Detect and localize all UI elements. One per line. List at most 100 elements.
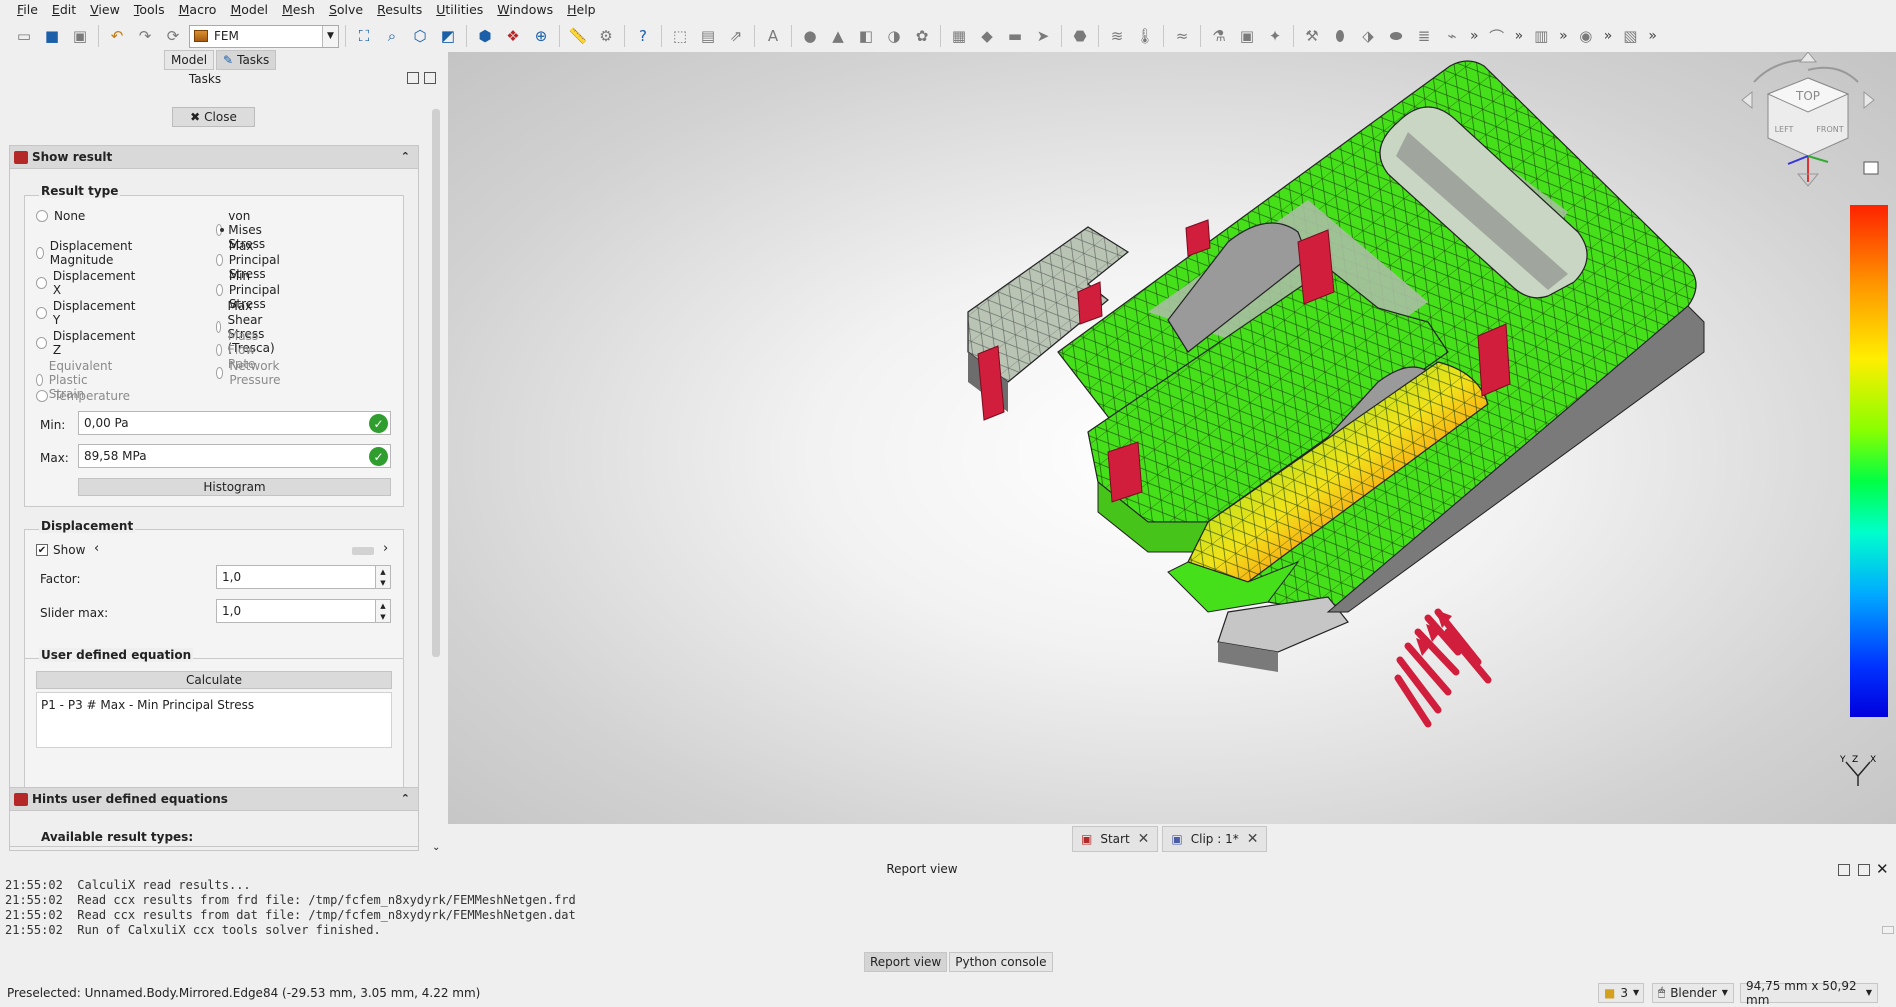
workbench-selector[interactable]: FEM ▼	[189, 24, 339, 48]
zoom-icon[interactable]: ⌕	[380, 24, 404, 48]
histogram-button[interactable]: Histogram	[78, 478, 391, 496]
spin-down-icon[interactable]: ▼	[380, 579, 385, 587]
show-result-header[interactable]: Show result ⌃	[9, 145, 419, 169]
3d-viewport[interactable]: TOP FRONT LEFT Y Z X	[448, 52, 1896, 824]
measure-zoom-icon[interactable]: ⊕	[529, 24, 553, 48]
box-icon[interactable]: ◧	[854, 24, 878, 48]
menu-mesh[interactable]: Mesh	[275, 0, 322, 20]
object-icon[interactable]: ◉	[1574, 24, 1598, 48]
close-tab-icon[interactable]: ✕	[1247, 831, 1259, 847]
slider-max-input[interactable]: 1,0	[216, 599, 376, 623]
analysis-icon[interactable]: ▦	[947, 24, 971, 48]
layer-selector[interactable]: ■ 3 ▼	[1598, 982, 1644, 1003]
measure-icon[interactable]: 📏	[566, 24, 590, 48]
radio-displacement-z[interactable]: Displacement Z	[36, 329, 137, 357]
boolean-icon[interactable]: ◑	[882, 24, 906, 48]
menu-macro[interactable]: Macro	[172, 0, 224, 20]
cone-icon[interactable]: ▲	[826, 24, 850, 48]
float-report-icon[interactable]	[1838, 864, 1850, 876]
group-icon[interactable]: ▤	[696, 24, 720, 48]
radio-none[interactable]: None	[36, 209, 85, 223]
sphere-icon[interactable]: ●	[798, 24, 822, 48]
menu-edit[interactable]: Edit	[45, 0, 83, 20]
menu-file[interactable]: File	[10, 0, 45, 20]
navigation-cube[interactable]: TOP FRONT LEFT	[1738, 52, 1896, 202]
close-report-icon[interactable]: ✕	[1876, 860, 1889, 878]
menu-view[interactable]: View	[83, 0, 127, 20]
view-menu-icon[interactable]: ◩	[436, 24, 460, 48]
fusion-icon[interactable]: ✿	[910, 24, 934, 48]
mesh-icon[interactable]: ⬣	[1068, 24, 1092, 48]
collapse-icon[interactable]: ⌃	[401, 792, 410, 805]
min-field[interactable]: 0,00 Pa ✓	[78, 411, 391, 435]
navigation-style-selector[interactable]: 🖱 Blender ▼	[1652, 982, 1734, 1003]
draw-style-icon[interactable]: ⬢	[473, 24, 497, 48]
text-icon[interactable]: A	[761, 24, 785, 48]
constraint-fixed-icon[interactable]: ▬	[1003, 24, 1027, 48]
tab-model[interactable]: Model	[164, 50, 215, 70]
maximize-report-icon[interactable]	[1858, 864, 1870, 876]
toolbar-overflow-icon[interactable]: »	[1515, 28, 1524, 44]
spin-down-icon[interactable]: ▼	[380, 613, 385, 621]
calculate-button[interactable]: Calculate	[36, 671, 392, 689]
displacement-slider-handle[interactable]	[352, 547, 374, 555]
report-scrollbar[interactable]	[1882, 926, 1894, 934]
part-icon[interactable]: ⬚	[668, 24, 692, 48]
menu-windows[interactable]: Windows	[490, 0, 560, 20]
whats-this-icon[interactable]: ?	[631, 24, 655, 48]
chevron-left-icon[interactable]: ‹	[94, 541, 99, 556]
spin-up-icon[interactable]: ▲	[380, 602, 385, 610]
sketch-icon[interactable]: ⌒	[1485, 24, 1509, 48]
result-clip-icon[interactable]: ⬮	[1328, 24, 1352, 48]
float-panel-icon[interactable]	[407, 72, 419, 84]
tab-python-console[interactable]: Python console	[949, 952, 1053, 972]
link-icon[interactable]: ⇗	[724, 24, 748, 48]
menu-utilities[interactable]: Utilities	[429, 0, 490, 20]
equation-textarea[interactable]: P1 - P3 # Max - Min Principal Stress	[36, 692, 392, 748]
fit-all-icon[interactable]: ⛶	[352, 24, 376, 48]
toolbar-overflow-icon[interactable]: »	[1604, 28, 1613, 44]
radio-displacement-x[interactable]: Displacement X	[36, 269, 137, 297]
close-button[interactable]: ✖ Close	[172, 107, 255, 127]
slider-max-spinner[interactable]: ▲ ▼	[375, 599, 391, 623]
tab-start[interactable]: ▣ Start ✕	[1072, 826, 1159, 852]
result-spring-icon[interactable]: ≣	[1412, 24, 1436, 48]
hints-header[interactable]: Hints user defined equations ⌃	[9, 787, 419, 811]
menu-results[interactable]: Results	[370, 0, 429, 20]
result-icon[interactable]: ⚒	[1300, 24, 1324, 48]
menu-model[interactable]: Model	[223, 0, 275, 20]
undo-icon[interactable]: ↶	[105, 24, 129, 48]
factor-input[interactable]: 1,0	[216, 565, 376, 589]
mesh-region-icon[interactable]: ✦	[1263, 24, 1287, 48]
spin-up-icon[interactable]: ▲	[380, 568, 385, 576]
radio-network-pressure[interactable]: Network Pressure	[216, 359, 285, 387]
redo-icon[interactable]: ↷	[133, 24, 157, 48]
tab-clip[interactable]: ▣ Clip : 1* ✕	[1162, 826, 1268, 852]
temperature-icon[interactable]: 🌡	[1133, 24, 1157, 48]
new-file-icon[interactable]: ▭	[12, 24, 36, 48]
flow-icon[interactable]: ≈	[1170, 24, 1194, 48]
isometric-view-icon[interactable]: ⬡	[408, 24, 432, 48]
stereo-icon[interactable]: ❖	[501, 24, 525, 48]
max-field[interactable]: 89,58 MPa ✓	[78, 444, 391, 468]
factor-spinner[interactable]: ▲ ▼	[375, 565, 391, 589]
open-file-icon[interactable]: ■	[40, 24, 64, 48]
save-icon[interactable]: ▣	[68, 24, 92, 48]
chevron-right-icon[interactable]: ›	[383, 541, 388, 556]
toolbar-overflow-icon[interactable]: »	[1559, 28, 1568, 44]
scrollbar-thumb[interactable]	[432, 109, 440, 657]
result-scalar-icon[interactable]: ⬗	[1356, 24, 1380, 48]
menu-tools[interactable]: Tools	[127, 0, 172, 20]
radio-displacement-magnitude[interactable]: Displacement Magnitude	[36, 239, 137, 267]
panel-scrollbar[interactable]	[430, 103, 442, 715]
refresh-icon[interactable]: ⟳	[161, 24, 185, 48]
result-line-icon[interactable]: ⌁	[1440, 24, 1464, 48]
solver-run-icon[interactable]: ▣	[1235, 24, 1259, 48]
tab-tasks[interactable]: ✎ Tasks	[216, 50, 277, 70]
show-displacement-checkbox[interactable]: ✔ Show	[36, 543, 85, 557]
menu-help[interactable]: Help	[560, 0, 603, 20]
tab-report-view[interactable]: Report view	[864, 952, 948, 972]
result-warp-icon[interactable]: ⬬	[1384, 24, 1408, 48]
radio-temperature[interactable]: Temperature	[36, 389, 130, 403]
close-tab-icon[interactable]: ✕	[1138, 831, 1150, 847]
